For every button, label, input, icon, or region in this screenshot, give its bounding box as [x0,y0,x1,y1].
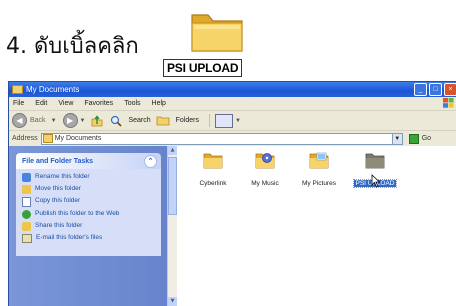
scrollbar-thumb[interactable] [168,157,177,215]
scroll-up-icon[interactable]: ▲ [168,146,177,155]
move-folder-icon [22,185,31,194]
step-instruction: 4. ดับเบิ้ลคลิก [6,34,139,59]
task-label[interactable]: Publish this folder to the Web [35,210,145,218]
task-label[interactable]: E-mail this folder's files [36,234,146,242]
close-button[interactable]: × [444,83,456,96]
folders-icon[interactable] [156,115,170,126]
menu-tools[interactable]: Tools [124,100,140,107]
folder-icon [12,85,23,94]
task-publish-folder[interactable]: Publish this folder to the Web [22,210,158,219]
content-area: File and Folder Tasks ⌃ Rename this fold… [9,146,456,306]
folder-icon [42,134,53,143]
chevron-down-icon[interactable]: ▼ [51,118,57,124]
back-button-label[interactable]: Back [30,117,46,124]
folder-label[interactable]: My Pictures [301,180,337,187]
task-pane: File and Folder Tasks ⌃ Rename this fold… [9,146,167,306]
views-icon[interactable] [215,113,233,128]
windows-logo-icon [443,98,454,108]
menu-edit[interactable]: Edit [35,100,47,107]
menu-bar: File Edit View Favorites Tools Help [9,97,456,111]
maximize-button[interactable]: □ [429,83,442,96]
task-copy-folder[interactable]: Copy this folder [22,197,158,207]
copy-icon [22,197,31,207]
folder-item[interactable]: My Pictures [291,150,347,189]
globe-icon [22,210,31,219]
task-label[interactable]: Copy this folder [35,197,145,205]
address-field[interactable]: My Documents ▼ [40,132,403,145]
folder-icon [365,153,385,169]
go-button-label[interactable]: Go [422,135,431,142]
task-share-folder[interactable]: Share this folder [22,222,158,231]
menu-favorites[interactable]: Favorites [84,100,113,107]
file-folder-tasks-box: File and Folder Tasks ⌃ Rename this fold… [16,153,161,256]
music-folder-icon [255,153,275,169]
up-folder-icon[interactable] [91,114,103,127]
task-email-files[interactable]: E-mail this folder's files [22,234,158,243]
explorer-window: My Documents _ □ × File Edit View Favori… [8,81,456,306]
share-folder-icon [22,222,31,231]
toolbar-divider [209,114,210,127]
task-box-title: File and Folder Tasks [22,157,94,165]
chevron-down-icon[interactable]: ▼ [391,133,402,144]
mouse-cursor-icon [371,174,381,188]
pictures-folder-icon [309,152,329,169]
address-label: Address [12,135,38,142]
go-arrow-icon[interactable] [408,133,419,144]
folder-icon [191,14,243,52]
minimize-button[interactable]: _ [414,83,427,96]
task-label[interactable]: Move this folder [35,185,145,193]
email-icon [22,234,32,243]
chevron-down-icon[interactable]: ▼ [80,118,86,124]
folders-button-label[interactable]: Folders [176,117,199,124]
folder-name-label: PSI UPLOAD [163,59,243,77]
toolbar: ◀ Back ▼ ▶ ▼ Search Folders ▼ [9,111,456,131]
address-value: My Documents [54,135,102,142]
task-box-header[interactable]: File and Folder Tasks ⌃ [16,153,161,169]
task-label[interactable]: Share this folder [35,222,145,230]
folder-item[interactable]: My Music [237,150,293,189]
window-title: My Documents [26,85,80,94]
rename-icon [22,173,31,182]
forward-icon[interactable]: ▶ [62,113,78,128]
task-move-folder[interactable]: Move this folder [22,185,158,194]
address-bar: Address My Documents ▼ Go [9,131,456,147]
folder-label[interactable]: Cyberlink [198,180,227,187]
task-list: Rename this folder Move this folder Copy… [16,169,161,256]
chevron-down-icon[interactable]: ▼ [235,118,241,124]
folder-item[interactable]: Cyberlink [185,150,241,189]
folder-label[interactable]: My Music [250,180,279,187]
task-rename-folder[interactable]: Rename this folder [22,173,158,182]
collapse-icon[interactable]: ⌃ [144,155,157,168]
folder-view: Cyberlink My Music My Pictures PSI UPLOA… [177,146,456,306]
menu-file[interactable]: File [13,100,24,107]
back-icon[interactable]: ◀ [12,113,27,128]
folder-icon [203,153,223,169]
task-pane-scrollbar[interactable]: ▲ ▼ [167,146,177,306]
title-bar: My Documents _ □ × [9,82,456,97]
search-icon[interactable] [110,115,123,127]
menu-help[interactable]: Help [152,100,166,107]
search-button-label[interactable]: Search [128,117,150,124]
menu-view[interactable]: View [58,100,73,107]
task-label[interactable]: Rename this folder [35,173,145,181]
